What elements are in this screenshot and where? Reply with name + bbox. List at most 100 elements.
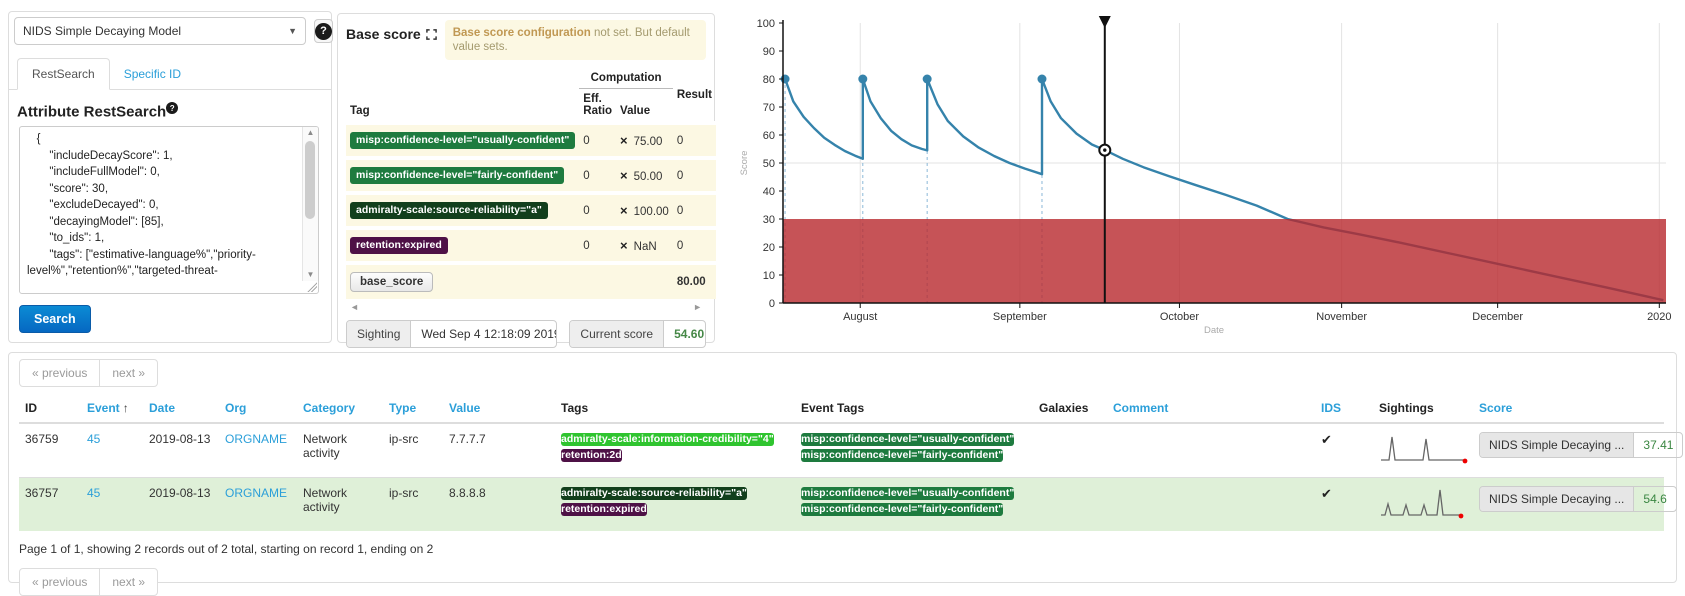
- pagination-summary: Page 1 of 1, showing 2 records out of 2 …: [19, 542, 1666, 556]
- decay-score-chart: 0102030405060708090100AugustSeptemberOct…: [730, 0, 1680, 340]
- scroll-up-icon[interactable]: ▲: [303, 127, 318, 139]
- horizontal-scrollbar[interactable]: ◄ ►: [346, 302, 706, 312]
- decaying-model-select[interactable]: NIDS Simple Decaying Model ▼: [14, 17, 306, 45]
- latest-sighting-dot: [1459, 514, 1464, 519]
- current-score-value: 54.60: [664, 321, 706, 347]
- computation-value: ×50.00: [616, 158, 673, 193]
- model-help-button[interactable]: ?: [314, 19, 333, 43]
- expand-icon[interactable]: [426, 29, 437, 40]
- tag-pill[interactable]: retention:expired: [561, 503, 647, 516]
- computation-value: ×100.00: [616, 193, 673, 228]
- event-tags: misp:confidence-level="usually-confident…: [795, 478, 1033, 532]
- question-icon: ?: [315, 23, 332, 40]
- column-header-value[interactable]: Value: [443, 396, 555, 423]
- cutoff-threshold-band: [783, 219, 1666, 303]
- column-header-galaxies: Galaxies: [1033, 396, 1107, 423]
- tab-restsearch[interactable]: RestSearch: [17, 58, 110, 90]
- comment-cell: [1107, 478, 1315, 532]
- column-header-score[interactable]: Score: [1473, 396, 1664, 423]
- y-tick-label: 70: [763, 102, 775, 114]
- multiply-icon: ×: [620, 238, 628, 253]
- column-header-category[interactable]: Category: [297, 396, 383, 423]
- tab-specific-id[interactable]: Specific ID: [110, 59, 195, 89]
- tag-pill[interactable]: misp:confidence-level="usually-confident…: [801, 487, 1014, 500]
- search-button[interactable]: Search: [19, 305, 91, 333]
- sighting-value: Wed Sep 4 12:18:09 2019: [411, 321, 557, 347]
- event-link[interactable]: 45: [87, 486, 100, 500]
- base-score-row: retention:expired 0 ×NaN 0: [346, 228, 716, 263]
- next-page-button[interactable]: next »: [100, 569, 157, 595]
- org-link[interactable]: ORGNAME: [225, 486, 287, 500]
- x-axis-title: Date: [1204, 325, 1224, 336]
- search-tabs: RestSearchSpecific ID: [9, 53, 331, 90]
- restsearch-query-textarea[interactable]: { "includeDecayScore": 1, "includeFullMo…: [19, 126, 319, 294]
- multiply-icon: ×: [620, 203, 628, 218]
- base-score-panel: Base score Base score configuration not …: [337, 13, 715, 343]
- tag-pill[interactable]: retention:2d: [561, 449, 622, 462]
- table-row: 36757 45 2019-08-13 ORGNAME Network acti…: [19, 478, 1664, 532]
- attribute-id: 36759: [19, 423, 81, 478]
- eff-ratio-value: 0: [579, 123, 616, 158]
- textarea-scrollbar[interactable]: ▲ ▼: [302, 127, 318, 281]
- column-header-id: ID: [19, 396, 81, 423]
- base-score-result: 80.00: [673, 263, 716, 299]
- scroll-down-icon[interactable]: ▼: [303, 269, 318, 281]
- eff-ratio-value: 0: [579, 228, 616, 263]
- decay-score-box[interactable]: NIDS Simple Decaying ... 37.41: [1479, 432, 1683, 458]
- ids-flag: ✔: [1315, 423, 1373, 478]
- event-link[interactable]: 45: [87, 432, 100, 446]
- tag-pill[interactable]: misp:confidence-level="fairly-confident": [801, 449, 1003, 462]
- scroll-right-icon[interactable]: ►: [693, 302, 702, 312]
- restsearch-query-text: { "includeDecayScore": 1, "includeFullMo…: [27, 131, 298, 291]
- current-score-group: Current score 54.60: [569, 320, 706, 348]
- col-header-computation: Computation: [579, 68, 673, 89]
- y-tick-label: 90: [763, 46, 775, 58]
- attribute-date: 2019-08-13: [143, 478, 219, 532]
- column-header-event-tags: Event Tags: [795, 396, 1033, 423]
- table-row: 36759 45 2019-08-13 ORGNAME Network acti…: [19, 423, 1664, 478]
- current-score-label: Current score: [570, 321, 664, 347]
- column-header-comment[interactable]: Comment: [1107, 396, 1315, 423]
- tag-pill[interactable]: admiralty-scale:information-credibility=…: [561, 433, 774, 446]
- column-header-event[interactable]: Event↑: [81, 396, 143, 423]
- galaxies-cell: [1033, 423, 1107, 478]
- base-score-row: misp:confidence-level="fairly-confident"…: [346, 158, 716, 193]
- tag-pill[interactable]: misp:confidence-level="usually-confident…: [801, 433, 1014, 446]
- y-tick-label: 60: [763, 130, 775, 142]
- x-tick-label: August: [843, 311, 877, 323]
- base-score-warning: Base score configuration not set. But de…: [445, 20, 706, 60]
- base-score-total-row: base_score 80.00: [346, 263, 716, 299]
- scroll-left-icon[interactable]: ◄: [350, 302, 359, 312]
- decay-score-box[interactable]: NIDS Simple Decaying ... 54.6: [1479, 486, 1677, 512]
- multiply-icon: ×: [620, 133, 628, 148]
- resize-grip-icon[interactable]: [306, 281, 317, 292]
- y-tick-label: 30: [763, 214, 775, 226]
- org-link[interactable]: ORGNAME: [225, 432, 287, 446]
- decay-score-value: 37.41: [1634, 433, 1682, 457]
- tag-pill[interactable]: misp:confidence-level="fairly-confident": [801, 503, 1003, 516]
- base-score-title: Base score: [346, 20, 437, 42]
- chevron-down-icon: ▼: [288, 26, 297, 36]
- tag-pill[interactable]: admiralty-scale:source-reliability="a": [561, 487, 747, 500]
- sparkline-chart: [1379, 486, 1469, 520]
- sparkline-chart: [1379, 432, 1469, 466]
- tag-pill: retention:expired: [350, 237, 448, 254]
- sighting-point: [1037, 75, 1046, 84]
- sightings-sparkline: [1373, 423, 1473, 478]
- computation-value: ×NaN: [616, 228, 673, 263]
- attribute-results-panel: « previous next » IDEvent↑DateOrgCategor…: [8, 352, 1677, 583]
- y-tick-label: 0: [769, 298, 775, 310]
- column-header-org[interactable]: Org: [219, 396, 297, 423]
- column-header-type[interactable]: Type: [383, 396, 443, 423]
- next-page-button[interactable]: next »: [100, 360, 157, 386]
- column-header-date[interactable]: Date: [143, 396, 219, 423]
- scrollbar-thumb[interactable]: [305, 141, 315, 219]
- previous-page-button[interactable]: « previous: [20, 360, 100, 386]
- eff-ratio-value: 0: [579, 158, 616, 193]
- previous-page-button[interactable]: « previous: [20, 569, 100, 595]
- base-score-pill: base_score: [350, 272, 433, 292]
- decay-score-value: 54.6: [1634, 487, 1675, 511]
- column-header-ids[interactable]: IDS: [1315, 396, 1373, 423]
- attribute-value: 8.8.8.8: [443, 478, 555, 532]
- col-header-result: Result: [673, 68, 716, 123]
